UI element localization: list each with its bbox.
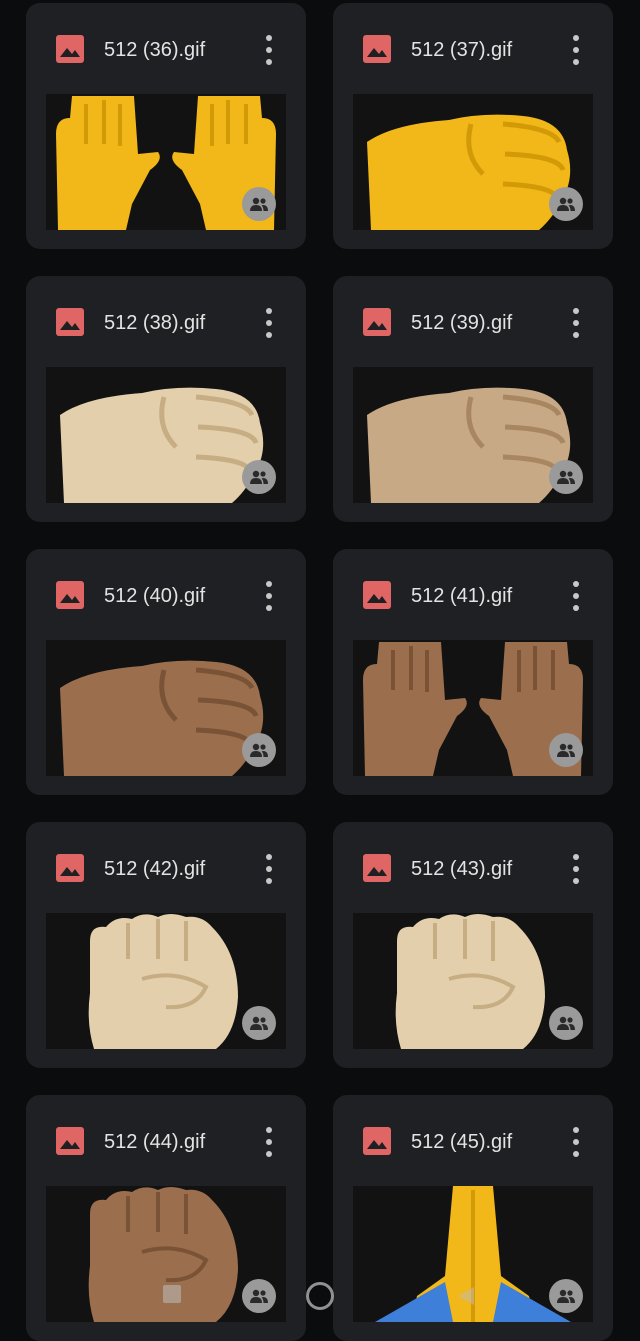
triangle-back-icon bbox=[458, 1287, 474, 1305]
home-button[interactable] bbox=[306, 1282, 334, 1310]
circle-icon bbox=[306, 1282, 334, 1310]
file-name: 512 (44).gif bbox=[104, 1131, 206, 1153]
file-name: 512 (40).gif bbox=[104, 585, 206, 607]
file-name: 512 (43).gif bbox=[411, 858, 513, 880]
image-file-icon bbox=[56, 854, 84, 882]
file-card[interactable]: 512 (39).gif bbox=[333, 276, 613, 522]
more-options-icon[interactable] bbox=[262, 308, 276, 338]
file-name: 512 (36).gif bbox=[104, 39, 206, 61]
image-file-icon bbox=[56, 581, 84, 609]
more-options-icon[interactable] bbox=[262, 854, 276, 884]
file-card[interactable]: 512 (41).gif bbox=[333, 549, 613, 795]
image-file-icon bbox=[363, 854, 391, 882]
image-file-icon bbox=[363, 35, 391, 63]
shared-people-icon bbox=[242, 1279, 276, 1313]
image-file-icon bbox=[56, 308, 84, 336]
shared-people-icon bbox=[549, 1006, 583, 1040]
recents-button[interactable] bbox=[163, 1285, 183, 1305]
file-card[interactable]: 512 (38).gif bbox=[26, 276, 306, 522]
shared-people-icon bbox=[549, 460, 583, 494]
file-name: 512 (42).gif bbox=[104, 858, 206, 880]
back-button[interactable] bbox=[456, 1285, 478, 1307]
file-name: 512 (39).gif bbox=[411, 312, 513, 334]
file-grid: 512 (36).gif 512 (37).gif 512 (38).gif 5… bbox=[0, 0, 640, 1341]
more-options-icon[interactable] bbox=[569, 1127, 583, 1157]
shared-people-icon bbox=[549, 1279, 583, 1313]
shared-people-icon bbox=[549, 733, 583, 767]
image-file-icon bbox=[56, 35, 84, 63]
file-card[interactable]: 512 (42).gif bbox=[26, 822, 306, 1068]
more-options-icon[interactable] bbox=[569, 581, 583, 611]
more-options-icon[interactable] bbox=[262, 35, 276, 65]
shared-people-icon bbox=[242, 1006, 276, 1040]
more-options-icon[interactable] bbox=[569, 35, 583, 65]
shared-people-icon bbox=[242, 187, 276, 221]
shared-people-icon bbox=[242, 733, 276, 767]
more-options-icon[interactable] bbox=[262, 1127, 276, 1157]
file-card[interactable]: 512 (37).gif bbox=[333, 3, 613, 249]
more-options-icon[interactable] bbox=[569, 854, 583, 884]
more-options-icon[interactable] bbox=[262, 581, 276, 611]
more-options-icon[interactable] bbox=[569, 308, 583, 338]
file-card[interactable]: 512 (36).gif bbox=[26, 3, 306, 249]
image-file-icon bbox=[363, 581, 391, 609]
file-card[interactable]: 512 (40).gif bbox=[26, 549, 306, 795]
image-file-icon bbox=[363, 308, 391, 336]
file-name: 512 (41).gif bbox=[411, 585, 513, 607]
file-name: 512 (37).gif bbox=[411, 39, 513, 61]
file-card[interactable]: 512 (43).gif bbox=[333, 822, 613, 1068]
shared-people-icon bbox=[242, 460, 276, 494]
file-name: 512 (45).gif bbox=[411, 1131, 513, 1153]
image-file-icon bbox=[56, 1127, 84, 1155]
square-icon bbox=[163, 1285, 181, 1303]
file-name: 512 (38).gif bbox=[104, 312, 206, 334]
image-file-icon bbox=[363, 1127, 391, 1155]
shared-people-icon bbox=[549, 187, 583, 221]
